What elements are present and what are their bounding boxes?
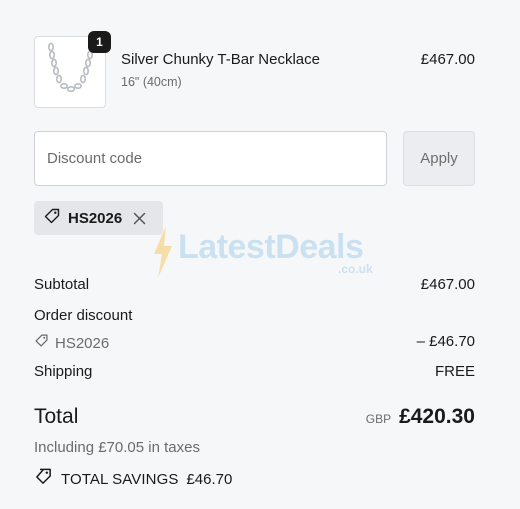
- subtotal-value: £467.00: [420, 276, 475, 293]
- taxes-note: Including £70.05 in taxes: [34, 439, 200, 456]
- apply-button[interactable]: Apply: [403, 131, 475, 186]
- applied-code-text: HS2026: [68, 209, 123, 227]
- tag-icon: [43, 207, 61, 230]
- lightning-icon: [154, 226, 172, 278]
- product-variant: 16" (40cm): [121, 75, 182, 89]
- quantity-badge: 1: [88, 31, 111, 53]
- applied-discount-chip: HS2026: [34, 201, 163, 235]
- total-amount: £420.30: [399, 405, 475, 428]
- order-discount-label: Order discount: [34, 307, 133, 324]
- total-savings: TOTAL SAVINGS £46.70: [34, 467, 232, 491]
- shipping-value: FREE: [434, 363, 475, 380]
- order-discount-code-text: HS2026: [55, 334, 110, 352]
- total-label: Total: [34, 405, 79, 428]
- savings-label: TOTAL SAVINGS: [61, 470, 179, 488]
- watermark-logo: LatestDeals .co.uk: [148, 222, 376, 282]
- tag-icon: [34, 333, 49, 353]
- discount-code-input[interactable]: [34, 131, 387, 186]
- product-name: Silver Chunky T-Bar Necklace: [121, 51, 320, 68]
- watermark-suffix: .co.uk: [338, 262, 373, 276]
- subtotal-label: Subtotal: [34, 276, 90, 293]
- total-value: GBP £420.30: [366, 405, 475, 429]
- product-price: £467.00: [420, 51, 475, 68]
- savings-tag-icon: [34, 467, 53, 491]
- shipping-label: Shipping: [34, 363, 93, 380]
- close-icon[interactable]: [133, 212, 146, 225]
- order-discount-code: HS2026: [34, 333, 109, 353]
- order-discount-value: – £46.70: [416, 333, 475, 350]
- savings-amount: £46.70: [186, 470, 233, 488]
- watermark-brand: LatestDeals: [178, 228, 364, 266]
- total-currency: GBP: [365, 412, 392, 426]
